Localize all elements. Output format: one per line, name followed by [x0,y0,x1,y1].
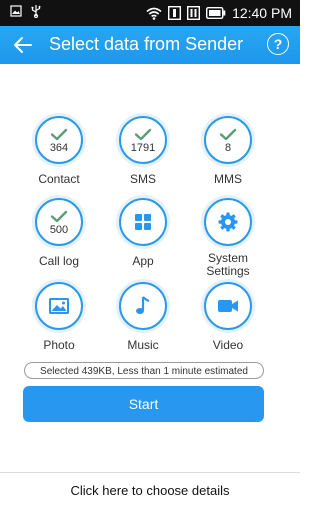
check-icon [219,128,237,141]
photo-toggle[interactable] [35,282,83,330]
contact-toggle[interactable]: 364 [35,116,83,164]
app-bar: Select data from Sender ? [0,26,300,64]
mms-toggle[interactable]: 8 [204,116,252,164]
mms-label: MMS [214,172,242,186]
back-arrow-icon [14,37,32,53]
status-time: 12:40 PM [232,5,292,21]
help-button[interactable]: ? [267,33,289,55]
check-icon [134,128,152,141]
status-left-icons [10,4,42,18]
notification-image-icon [10,5,22,17]
video-camera-icon [218,300,238,312]
sms-label: SMS [129,172,156,186]
status-right-icons: 12:40 PM [146,3,292,23]
contact-count: 364 [49,142,69,154]
selection-summary: Selected 439KB, Less than 1 minute estim… [24,362,264,379]
back-button[interactable] [10,32,36,58]
item-call-log[interactable]: 500 Call log [14,198,104,268]
music-label: Music [127,338,159,352]
app-label: App [132,254,154,268]
call-log-label: Call log [38,254,80,268]
page-title: Select data from Sender [49,34,244,54]
sms-toggle[interactable]: 1791 [119,116,167,164]
sms-count: 1791 [130,142,156,154]
sim-one-signal-icon [168,6,182,20]
gear-icon [218,212,238,232]
mms-count: 8 [224,142,232,154]
item-photo[interactable]: Photo [14,282,104,352]
wifi-icon [146,7,162,20]
music-note-icon [136,296,150,314]
system-settings-label: System Settings [206,251,250,278]
battery-icon [206,7,226,19]
usb-icon [31,5,41,18]
video-toggle[interactable] [204,282,252,330]
check-icon [50,210,68,223]
app-toggle[interactable] [119,198,167,246]
sim-two-signal-icon [187,6,201,20]
check-icon [50,128,68,141]
music-toggle[interactable] [119,282,167,330]
item-system-settings[interactable]: System Settings [183,198,273,278]
item-mms[interactable]: 8 MMS [183,116,273,186]
contact-label: Contact [38,172,80,186]
item-app[interactable]: App [98,198,188,268]
choose-details-link[interactable]: Click here to choose details [0,483,300,498]
start-button[interactable]: Start [23,386,264,422]
bottom-divider [0,472,300,473]
status-bar: 12:40 PM [0,0,300,26]
image-icon [49,298,69,314]
system-settings-toggle[interactable] [204,198,252,246]
call-log-count: 500 [49,224,69,236]
video-label: Video [212,338,244,352]
grid-icon [135,214,151,230]
item-contact[interactable]: 364 Contact [14,116,104,186]
call-log-toggle[interactable]: 500 [35,198,83,246]
item-video[interactable]: Video [183,282,273,352]
item-sms[interactable]: 1791 SMS [98,116,188,186]
item-music[interactable]: Music [98,282,188,352]
photo-label: Photo [43,338,75,352]
